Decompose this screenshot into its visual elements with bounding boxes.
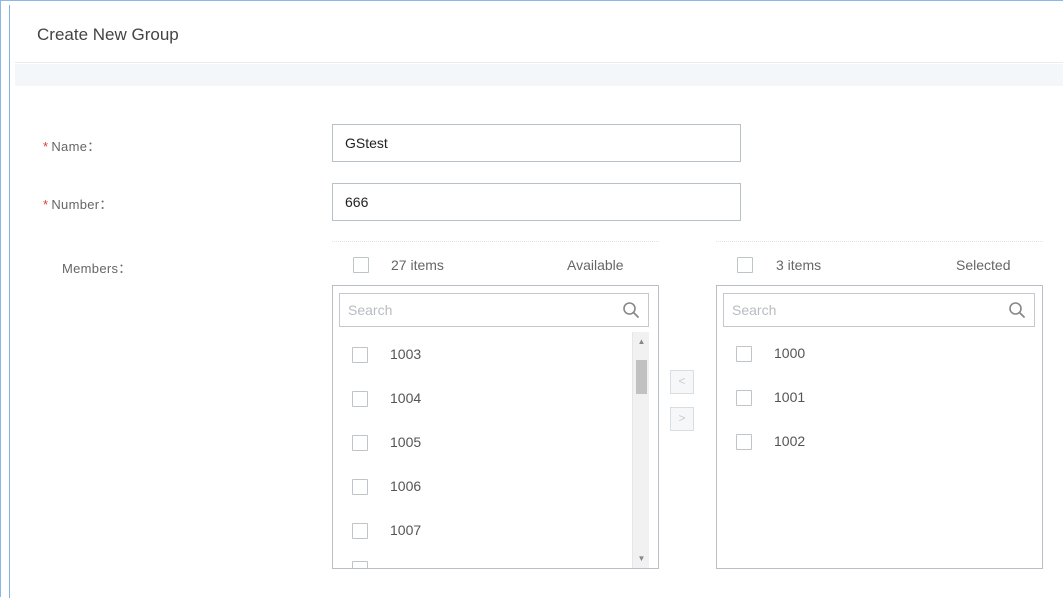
move-left-button[interactable]: < <box>670 370 694 394</box>
list-item[interactable]: 1005 <box>333 421 623 465</box>
selected-count: 3 items <box>776 257 822 273</box>
list-item[interactable]: 1000 <box>717 332 1007 376</box>
available-count: 27 items <box>391 257 444 273</box>
list-item[interactable]: 1001 <box>717 376 1007 420</box>
arrow-up-icon[interactable]: ▲ <box>633 334 650 350</box>
partial-item-checkbox[interactable] <box>352 561 368 568</box>
selected-header-divider <box>716 241 1043 242</box>
number-label: * Number： <box>43 194 113 213</box>
list-item[interactable]: 1004 <box>333 377 623 421</box>
selected-list: 1000 1001 1002 <box>716 285 1043 569</box>
required-mark: * <box>43 197 49 212</box>
name-input[interactable] <box>332 124 741 162</box>
list-item[interactable]: 1006 <box>333 465 623 509</box>
selected-title: Selected <box>956 257 1011 273</box>
list-item[interactable]: 1003 <box>333 333 623 377</box>
item-label: 1005 <box>390 434 422 450</box>
dialog-header: Create New Group <box>15 5 1063 63</box>
dialog-accent-border <box>9 5 10 598</box>
available-search[interactable] <box>339 293 649 327</box>
item-label: 1000 <box>774 345 806 361</box>
available-select-all-checkbox[interactable] <box>353 257 369 273</box>
search-icon <box>1009 302 1025 318</box>
item-checkbox[interactable] <box>736 390 752 406</box>
list-item[interactable]: 1007 <box>333 509 623 553</box>
list-item[interactable]: 1002 <box>717 420 1007 464</box>
item-checkbox[interactable] <box>352 479 368 495</box>
name-label: * Name： <box>43 136 101 155</box>
number-label-text: Number： <box>51 197 113 212</box>
search-icon <box>623 302 639 318</box>
scroll-thumb[interactable] <box>636 360 647 394</box>
selected-select-all-checkbox[interactable] <box>737 257 753 273</box>
item-checkbox[interactable] <box>736 346 752 362</box>
header-band <box>15 64 1063 86</box>
available-search-input[interactable] <box>340 294 648 326</box>
item-checkbox[interactable] <box>352 391 368 407</box>
item-label: 1001 <box>774 389 806 405</box>
item-checkbox[interactable] <box>736 434 752 450</box>
selected-search-input[interactable] <box>724 294 1034 326</box>
members-label: Members： <box>62 261 132 276</box>
selected-search[interactable] <box>723 293 1035 327</box>
available-header-divider <box>332 241 659 242</box>
move-right-button[interactable]: > <box>670 407 694 431</box>
dialog-title: Create New Group <box>37 25 179 44</box>
item-label: 1004 <box>390 390 422 406</box>
item-label: 1007 <box>390 522 422 538</box>
item-checkbox[interactable] <box>352 435 368 451</box>
item-checkbox[interactable] <box>352 347 368 363</box>
number-input[interactable] <box>332 183 741 221</box>
arrow-down-icon[interactable]: ▼ <box>633 551 650 567</box>
name-label-text: Name： <box>51 139 101 154</box>
item-label: 1006 <box>390 478 422 494</box>
required-mark: * <box>43 139 49 154</box>
available-title: Available <box>567 257 624 273</box>
create-group-dialog: Create New Group *Name： *Number： Members… <box>0 0 1063 598</box>
available-scrollbar[interactable]: ▲ ▼ <box>632 332 650 568</box>
item-label: 1002 <box>774 433 806 449</box>
item-label: 1003 <box>390 346 422 362</box>
available-list: 1003 1004 1005 1006 1007 ▲ ▼ <box>332 285 659 569</box>
item-checkbox[interactable] <box>352 523 368 539</box>
